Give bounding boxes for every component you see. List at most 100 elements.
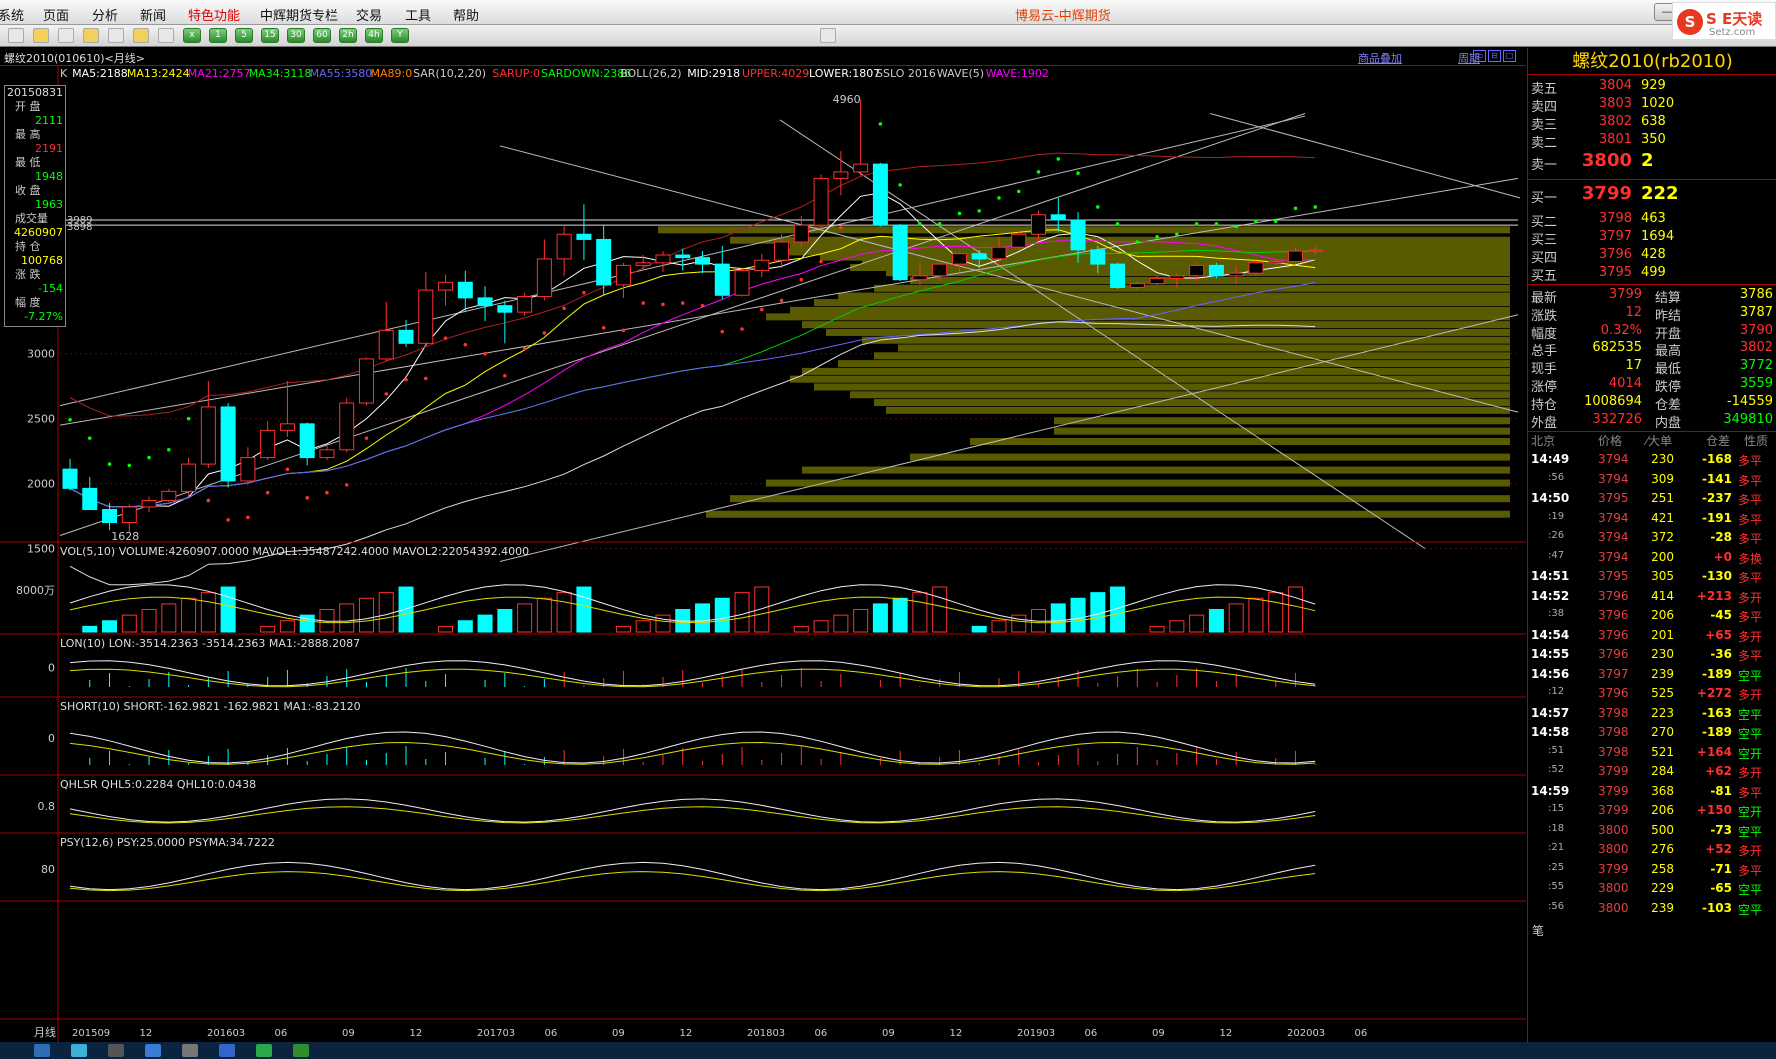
- candle-body: [181, 463, 197, 492]
- candle-body: [1129, 283, 1145, 288]
- Y-icon[interactable]: Y: [391, 28, 409, 43]
- ask-row: 卖五 3804 929: [1528, 78, 1776, 98]
- x-tick-label: 201803: [747, 1028, 785, 1039]
- menu-page[interactable]: 页面: [43, 5, 69, 24]
- tick-row: :15 3799 206 +150 空开: [1528, 803, 1776, 823]
- calendar-icon[interactable]: [820, 28, 836, 43]
- sar-dot: [977, 209, 982, 213]
- sar-dot: [423, 376, 428, 381]
- week-icon[interactable]: [108, 28, 124, 43]
- taskbar-app-icon[interactable]: [256, 1044, 272, 1057]
- tick-time: :51: [1548, 744, 1565, 756]
- maximize-icon[interactable]: □: [1503, 50, 1516, 62]
- menu-tools[interactable]: 工具: [405, 5, 431, 24]
- sar-dot: [878, 122, 883, 126]
- stat-label: 总手: [1531, 344, 1558, 360]
- taskbar-app-icon[interactable]: [108, 1044, 124, 1057]
- sar-dot: [384, 392, 389, 396]
- menu-features[interactable]: 特色功能: [188, 5, 240, 24]
- ask-volume: 638: [1641, 114, 1666, 129]
- stat-label: 现手: [1531, 362, 1558, 378]
- 1-icon[interactable]: 1: [209, 28, 227, 43]
- menu-system[interactable]: 系统: [0, 5, 24, 24]
- ticks-icon[interactable]: [58, 28, 74, 43]
- candle-body: [754, 259, 770, 272]
- volume-profile-bar: [706, 510, 1510, 518]
- indicator-label: MA34:3118: [249, 67, 312, 80]
- 60-icon[interactable]: 60: [313, 28, 331, 43]
- taskbar-app-icon[interactable]: [71, 1044, 87, 1057]
- grid-icon[interactable]: [8, 28, 24, 43]
- sar-dot: [1155, 235, 1159, 239]
- volume-bar: [655, 614, 671, 633]
- pattern-icon[interactable]: [33, 28, 49, 43]
- taskbar-app-icon[interactable]: [219, 1044, 235, 1057]
- restore-icon[interactable]: ▭: [1473, 50, 1486, 62]
- stat-value: 3786: [1739, 287, 1773, 302]
- tick-nature: 多平: [1738, 493, 1763, 508]
- 2h-icon[interactable]: 2h: [339, 28, 357, 43]
- month-icon[interactable]: [133, 28, 149, 43]
- kline-chart[interactable]: K MA5:2188 MA13:2424MA21:2757MA34:3118MA55…: [0, 66, 1526, 1042]
- candle-body: [1070, 219, 1086, 251]
- tick-time: 14:59: [1531, 783, 1570, 798]
- sar-dot: [404, 377, 408, 382]
- bid-row: 买二 3798 463: [1528, 211, 1776, 231]
- menu-zhonghui-column[interactable]: 中辉期货专栏: [260, 5, 338, 24]
- menu-help[interactable]: 帮助: [453, 5, 479, 24]
- ask-row: 卖二 3801 350: [1528, 132, 1776, 152]
- candle-body: [418, 289, 434, 344]
- tick-header-cell: 北京: [1531, 434, 1556, 449]
- menu-analysis[interactable]: 分析: [92, 5, 118, 24]
- 4h-icon[interactable]: 4h: [365, 28, 383, 43]
- tick-row: :21 3800 276 +52 多开: [1528, 842, 1776, 862]
- overlay-link[interactable]: 商品叠加: [1358, 50, 1402, 66]
- volume-profile-bar: [766, 313, 1510, 321]
- tile-icon[interactable]: ⊟: [1488, 50, 1501, 62]
- candle-body: [161, 490, 177, 501]
- x-tick-label: 09: [612, 1028, 625, 1039]
- season-icon[interactable]: [158, 28, 174, 43]
- candle-body: [615, 264, 631, 286]
- menu-trade[interactable]: 交易: [356, 5, 382, 24]
- candle-body: [596, 238, 612, 286]
- stat-value: 3790: [1739, 322, 1773, 338]
- taskbar-app-icon[interactable]: [182, 1044, 198, 1057]
- sar-dot: [918, 222, 922, 226]
- high-mark: 4960: [833, 93, 861, 106]
- sar-dot: [305, 496, 309, 500]
- tick-time: :26: [1548, 530, 1565, 542]
- candle-body: [517, 296, 533, 313]
- sar-dot: [641, 301, 646, 305]
- volume-bar: [556, 592, 572, 633]
- stat-value: 0.32%: [1600, 322, 1642, 338]
- tick-header-cell: 价格: [1598, 434, 1623, 449]
- x-tick-label: 202003: [1287, 1028, 1325, 1039]
- sar-dot: [1056, 157, 1061, 161]
- info-value: 1963: [35, 198, 63, 211]
- sar-dot: [127, 463, 132, 468]
- tick-nature: 多平: [1738, 454, 1763, 469]
- 5-icon[interactable]: 5: [235, 28, 253, 43]
- menu-news[interactable]: 新闻: [140, 5, 166, 24]
- x-icon[interactable]: x: [183, 28, 201, 43]
- volume-bar: [892, 597, 908, 633]
- 15-icon[interactable]: 15: [261, 28, 279, 43]
- tick-nature: 多平: [1738, 785, 1763, 800]
- bottom-tab[interactable]: 笔: [1532, 922, 1544, 939]
- ask-volume: 1020: [1641, 96, 1675, 111]
- day-icon[interactable]: [83, 28, 99, 43]
- stat-label: 幅度: [1531, 326, 1558, 342]
- candle-body: [260, 429, 276, 459]
- candle-body: [1149, 277, 1165, 285]
- taskbar-app-icon[interactable]: [293, 1044, 309, 1057]
- taskbar-app-icon[interactable]: [34, 1044, 50, 1057]
- candle-body: [833, 171, 849, 179]
- stat-label: 最新: [1531, 291, 1558, 306]
- ask-price: 3801: [1598, 132, 1632, 147]
- volume-bar: [279, 620, 295, 633]
- taskbar-app-icon[interactable]: [145, 1044, 161, 1057]
- sar-dot: [344, 483, 349, 487]
- sar-dot: [68, 418, 72, 422]
- 30-icon[interactable]: 30: [287, 28, 305, 43]
